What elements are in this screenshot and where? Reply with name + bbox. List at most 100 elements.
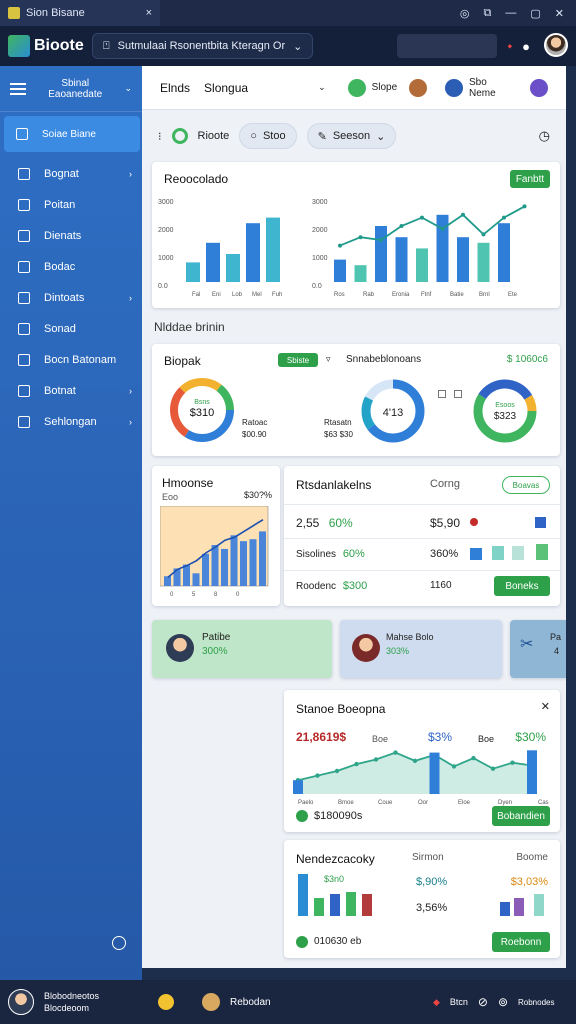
sidebar-item-1[interactable]: Bognat ›	[0, 158, 142, 189]
line-point	[451, 764, 457, 769]
toggle-icon[interactable]: ⁝	[158, 130, 162, 143]
bar	[221, 548, 228, 586]
tool-icon: ✂	[520, 636, 534, 653]
sidebar-header[interactable]: Sbinal Eaoanedate ⌄	[0, 66, 142, 112]
table-row[interactable]: 2,55 60%	[296, 516, 353, 530]
workspace-label: Sutmulaai Rsonentbita Kteragn Or	[117, 40, 286, 52]
stop-button[interactable]: ○ Stoo	[239, 123, 297, 149]
sidebar-item-6[interactable]: Sonad	[0, 313, 142, 344]
close-window-icon[interactable]: ✕	[555, 7, 564, 20]
card-action-button[interactable]: Fanbtt	[510, 170, 550, 188]
settings-icon[interactable]: ⊚	[498, 995, 508, 1009]
x-tick-label: 8	[214, 592, 218, 598]
stop-label: Stoo	[262, 130, 286, 142]
sidebar: Sbinal Eaoanedate ⌄ Soiae Biane Bognat › Po…	[0, 66, 142, 980]
sidebar-item-3[interactable]: Dienats	[0, 220, 142, 251]
sidebar-item-8[interactable]: Botnat ›	[0, 375, 142, 406]
profile-icon[interactable]: ◎	[460, 7, 470, 20]
chevron-down-icon: ⌄	[376, 130, 386, 143]
row-action-button[interactable]: Boneks	[494, 576, 550, 596]
avatar	[352, 634, 380, 662]
cell: 60%	[328, 516, 353, 530]
promo-card-3[interactable]: ✂ Pa 4	[510, 620, 566, 678]
taskbar-label: Rebodan	[230, 996, 271, 1008]
taskbar-item[interactable]: Robnodes	[518, 998, 568, 1007]
app-icon[interactable]	[202, 993, 220, 1011]
footer-action-button[interactable]: Roebonn	[492, 932, 550, 952]
window-titlebar: Sion Bisane × ◎ ⧉ — ▢ ✕	[0, 0, 576, 26]
avatar	[166, 634, 194, 662]
pen-icon: ✎	[317, 130, 327, 143]
donut-chart-2: 4'13	[361, 379, 425, 443]
bar	[395, 237, 408, 282]
notification-icon[interactable]: ⬩	[507, 38, 512, 54]
theme-icon[interactable]	[530, 78, 549, 97]
workspace-selector[interactable]: ⍞ Sutmulaai Rsonentbita Kteragn Or ⌄	[92, 33, 314, 59]
donut-label: Esoos	[495, 402, 515, 409]
stat-label: Boe	[372, 734, 389, 744]
search-input[interactable]	[397, 34, 498, 58]
browser-tab[interactable]: Sion Bisane ×	[0, 0, 160, 26]
workspace-icon: ⍞	[103, 39, 110, 52]
sidebar-item-9[interactable]: Sehlongan ›	[0, 406, 142, 437]
sidebar-item-7[interactable]: Bocn Batonam	[0, 344, 142, 375]
bar	[192, 573, 200, 586]
legend-label: Ratoac	[242, 418, 268, 427]
emoji-icon[interactable]	[158, 994, 174, 1010]
main-panel: Elnds Slongua ⌄ Slope Sbo Neme ⁝ Rioote …	[142, 66, 566, 968]
sort-icon[interactable]: ▿	[326, 354, 331, 365]
bar	[186, 262, 200, 282]
screenshot-icon[interactable]: ⧉	[484, 7, 492, 20]
notification-icon[interactable]: ◆	[433, 997, 440, 1008]
swatch	[470, 548, 482, 560]
close-icon[interactable]: ✕	[541, 700, 550, 713]
maximize-icon[interactable]: ▢	[530, 7, 540, 20]
card-title: Biopak	[164, 354, 201, 368]
nav-icon	[18, 415, 30, 428]
collapse-icon[interactable]	[112, 936, 126, 950]
clock-icon[interactable]: ◷	[539, 128, 550, 144]
bar	[202, 553, 209, 586]
settings-icon[interactable]: ●	[522, 39, 530, 54]
filter-badge[interactable]: Sbiste	[278, 353, 318, 367]
bar	[206, 242, 220, 282]
chevron-right-icon: ›	[129, 168, 132, 179]
x-tick-label: Coue	[378, 800, 393, 806]
avatar[interactable]	[8, 989, 34, 1015]
table-row[interactable]: Sisolines 60%	[296, 548, 365, 560]
logo[interactable]: Bioote	[8, 35, 92, 57]
card-subtitle: Snnabeblonoans	[346, 354, 422, 365]
legend-value: $00.90	[242, 430, 267, 439]
promo-card-2[interactable]: Mahse Bolo 303%	[340, 620, 502, 678]
avatar[interactable]	[544, 32, 568, 60]
season-dropdown[interactable]: ✎ Seeson ⌄	[306, 123, 397, 149]
table-row[interactable]: Roodenc $300	[296, 580, 367, 592]
nav-icon	[16, 128, 28, 140]
nav-icon	[18, 198, 30, 211]
status-pill[interactable]: Boavas	[502, 476, 550, 494]
x-tick-label: 0	[170, 592, 174, 598]
footer-action-button[interactable]: Bobandien	[492, 806, 550, 826]
sidebar-item-4[interactable]: Bodac	[0, 251, 142, 282]
sidebar-item-0[interactable]: Soiae Biane	[4, 116, 140, 152]
donut-center-value: $323	[494, 411, 517, 422]
nav-icon	[18, 291, 30, 304]
x-tick-label: Fuh	[272, 292, 282, 298]
combo-chart-right: 3000 2000 1000 0.0 Ros Rab Eronia Ftnf Batie Brnl…	[312, 199, 527, 298]
sidebar-item-5[interactable]: Dintoats ›	[0, 282, 142, 313]
chevron-down-icon[interactable]: ⌄	[318, 82, 326, 93]
promo-title: Patibe	[202, 632, 231, 643]
promo-value: 303%	[386, 646, 410, 656]
minimize-icon[interactable]: —	[505, 7, 516, 20]
taskbar-item[interactable]: Btcn	[450, 997, 468, 1007]
x-tick-label: 5	[192, 592, 196, 598]
status-name: Sbo Neme	[469, 76, 496, 99]
bar	[334, 259, 346, 282]
legend-label: Rtasatn	[324, 418, 352, 427]
menu-icon[interactable]	[10, 82, 26, 95]
tab-close-icon[interactable]: ×	[146, 7, 152, 19]
cell: Roodenc	[296, 581, 337, 592]
sync-icon[interactable]: ⊘	[478, 995, 488, 1009]
sidebar-item-2[interactable]: Poitan	[0, 189, 142, 220]
promo-card-1[interactable]: Patibe 300%	[152, 620, 332, 678]
